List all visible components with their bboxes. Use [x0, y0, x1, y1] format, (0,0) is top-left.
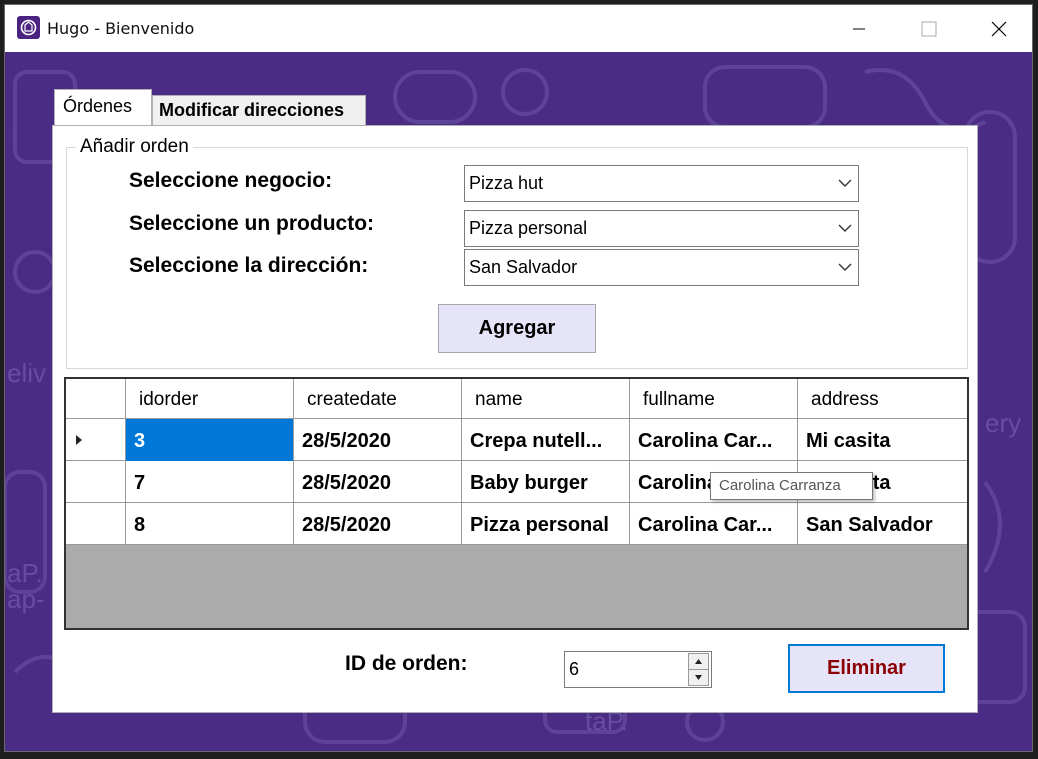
cell-createdate[interactable]: 28/5/2020 — [294, 419, 462, 461]
cell-idorder[interactable]: 3 — [126, 419, 294, 461]
row-header[interactable] — [66, 419, 126, 461]
column-header-createdate[interactable]: createdate — [294, 379, 462, 419]
tab-label: Modificar direcciones — [159, 100, 345, 120]
order-id-value: 6 — [569, 659, 580, 679]
app-window: Hugo - Bienvenido eliv aP. ap- ery taP. … — [4, 4, 1033, 752]
cell-idorder[interactable]: 8 — [126, 503, 294, 545]
cell-idorder[interactable]: 7 — [126, 461, 294, 503]
chevron-down-icon — [838, 263, 852, 271]
cell-name[interactable]: Baby burger — [462, 461, 630, 503]
cell-createdate[interactable]: 28/5/2020 — [294, 503, 462, 545]
product-select[interactable]: Pizza personal — [464, 210, 859, 247]
close-button[interactable] — [961, 5, 1033, 52]
fullname-tooltip: Carolina Carranza — [710, 472, 873, 500]
column-header-name[interactable]: name — [462, 379, 630, 419]
cell-address[interactable]: Mi casita — [798, 419, 967, 461]
table-row[interactable]: 3 28/5/2020 Crepa nutell... Carolina Car… — [66, 419, 967, 461]
caret-up-icon — [695, 659, 702, 664]
title-bar[interactable]: Hugo - Bienvenido — [5, 5, 1032, 52]
product-value: Pizza personal — [469, 218, 588, 238]
background-editor-strip — [0, 752, 1038, 759]
svg-text:ap-: ap- — [7, 584, 45, 614]
cell-fullname[interactable]: Carolina Car... — [630, 419, 798, 461]
grid-header: idorder createdate name fullname address — [66, 379, 967, 419]
cell-name[interactable]: Pizza personal — [462, 503, 630, 545]
row-header[interactable] — [66, 503, 126, 545]
column-header-idorder[interactable]: idorder — [126, 379, 294, 419]
spin-down-button[interactable] — [688, 669, 709, 686]
minimize-button[interactable] — [823, 5, 895, 52]
address-label: Seleccione la dirección: — [129, 254, 369, 277]
address-value: San Salvador — [469, 257, 578, 277]
table-row[interactable]: 8 28/5/2020 Pizza personal Carolina Car.… — [66, 503, 967, 545]
orders-grid[interactable]: idorder createdate name fullname address… — [64, 377, 969, 630]
order-id-stepper[interactable]: 6 — [564, 651, 712, 688]
address-select[interactable]: San Salvador — [464, 249, 859, 286]
product-label: Seleccione un producto: — [129, 212, 375, 235]
app-icon — [17, 16, 40, 39]
svg-text:eliv: eliv — [7, 358, 46, 388]
add-order-button[interactable]: Agregar — [438, 304, 596, 353]
row-header[interactable] — [66, 461, 126, 503]
current-row-arrow-icon — [76, 435, 82, 445]
svg-text:ery: ery — [985, 408, 1021, 438]
cell-address[interactable]: San Salvador — [798, 503, 967, 545]
delete-order-button[interactable]: Eliminar — [788, 644, 945, 693]
maximize-button[interactable] — [891, 5, 963, 52]
tab-panel-ordenes: Añadir orden Seleccione negocio: Pizza h… — [52, 125, 978, 713]
business-label: Seleccione negocio: — [129, 169, 333, 192]
chevron-down-icon — [838, 179, 852, 187]
cell-fullname[interactable]: Carolina Car... — [630, 503, 798, 545]
chevron-down-icon — [838, 224, 852, 232]
business-value: Pizza hut — [469, 173, 544, 193]
tab-modificar-direcciones[interactable]: Modificar direcciones — [152, 95, 366, 126]
column-header-fullname[interactable]: fullname — [630, 379, 798, 419]
cell-name[interactable]: Crepa nutell... — [462, 419, 630, 461]
business-select[interactable]: Pizza hut — [464, 165, 859, 202]
tab-ordenes[interactable]: Órdenes — [54, 89, 152, 129]
row-header-corner — [66, 379, 126, 419]
cell-createdate[interactable]: 28/5/2020 — [294, 461, 462, 503]
spin-up-button[interactable] — [688, 653, 709, 670]
window-title: Hugo - Bienvenido — [47, 19, 195, 38]
order-id-label: ID de orden: — [345, 652, 468, 675]
caret-down-icon — [695, 675, 702, 680]
tab-label: Órdenes — [63, 96, 133, 116]
column-header-address[interactable]: address — [798, 379, 967, 419]
group-title: Añadir orden — [76, 136, 193, 158]
client-area: eliv aP. ap- ery taP. Órdenes Modificar … — [5, 52, 1032, 751]
